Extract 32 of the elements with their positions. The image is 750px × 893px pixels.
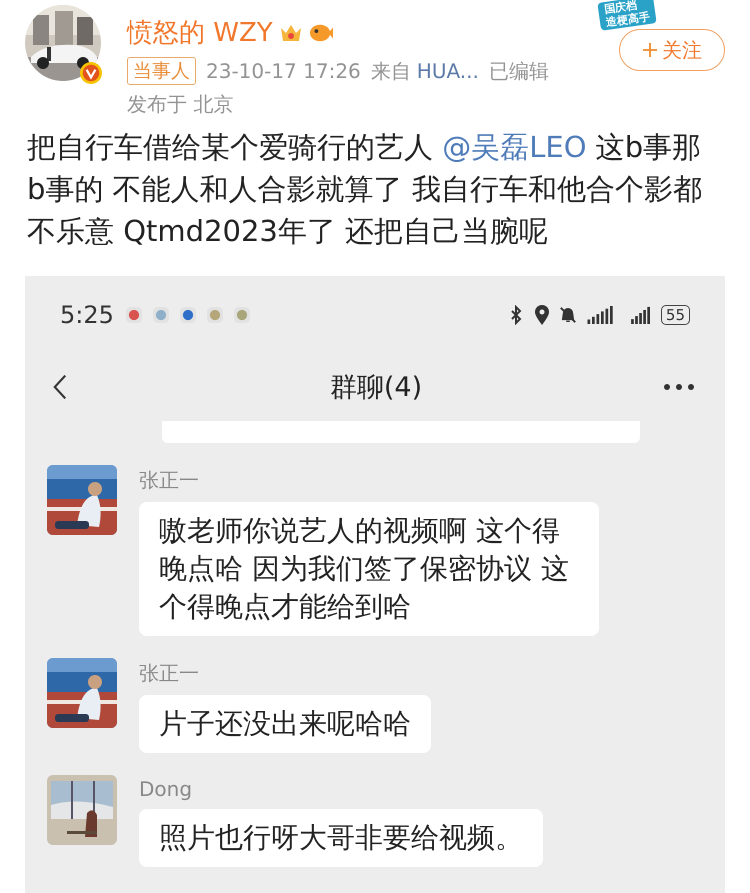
sender-name: 张正一: [139, 660, 199, 687]
back-icon[interactable]: [53, 373, 67, 401]
follow-button[interactable]: 关注: [619, 29, 725, 71]
message-bubble: 片子还没出来呢哈哈: [139, 695, 431, 753]
source-label: 来自: [370, 58, 411, 84]
sender-name: Dong: [139, 777, 192, 801]
post-time: 23-10-17 17:26: [206, 59, 361, 83]
battery-indicator: 55: [660, 305, 690, 325]
mention-link[interactable]: @吴磊LEO: [442, 130, 587, 164]
notification-icon: [234, 307, 250, 323]
role-tag: 当事人: [127, 57, 196, 85]
message-bubble: 嗷老师你说艺人的视频啊 这个得晚点哈 因为我们签了保密协议 这个得晚点才能给到哈: [139, 502, 599, 636]
location-text: 发布于 北京: [127, 91, 234, 118]
notification-icon: [126, 307, 142, 323]
sender-name: 张正一: [139, 467, 199, 494]
user-name[interactable]: 愤怒的 WZY: [127, 15, 273, 50]
notification-icon: [180, 307, 196, 323]
status-time: 5:25: [60, 301, 114, 329]
message-bubble: 照片也行呀大哥非要给视频。: [139, 809, 543, 867]
post-text: 把自行车借给某个爱骑行的艺人 @吴磊LEO 这b事那b事的 不能人和人合影就算了 我自行车和他合个影都不乐意 Qtmd2023年了 还把自己当腕呢: [27, 129, 703, 250]
edited-label: 已编辑: [488, 58, 549, 84]
chat-title: 群聊(4): [330, 371, 422, 405]
more-icon[interactable]: [663, 383, 695, 391]
verified-badge-icon: [80, 62, 102, 84]
device-link[interactable]: HUA...: [416, 59, 479, 83]
signal-icon: [628, 306, 653, 324]
plus-icon: [642, 42, 658, 58]
location-icon: [532, 305, 551, 325]
fish-icon: [308, 22, 333, 44]
muted-bell-icon: [558, 305, 577, 325]
notification-icon: [206, 307, 223, 323]
notification-icon: [152, 307, 169, 323]
